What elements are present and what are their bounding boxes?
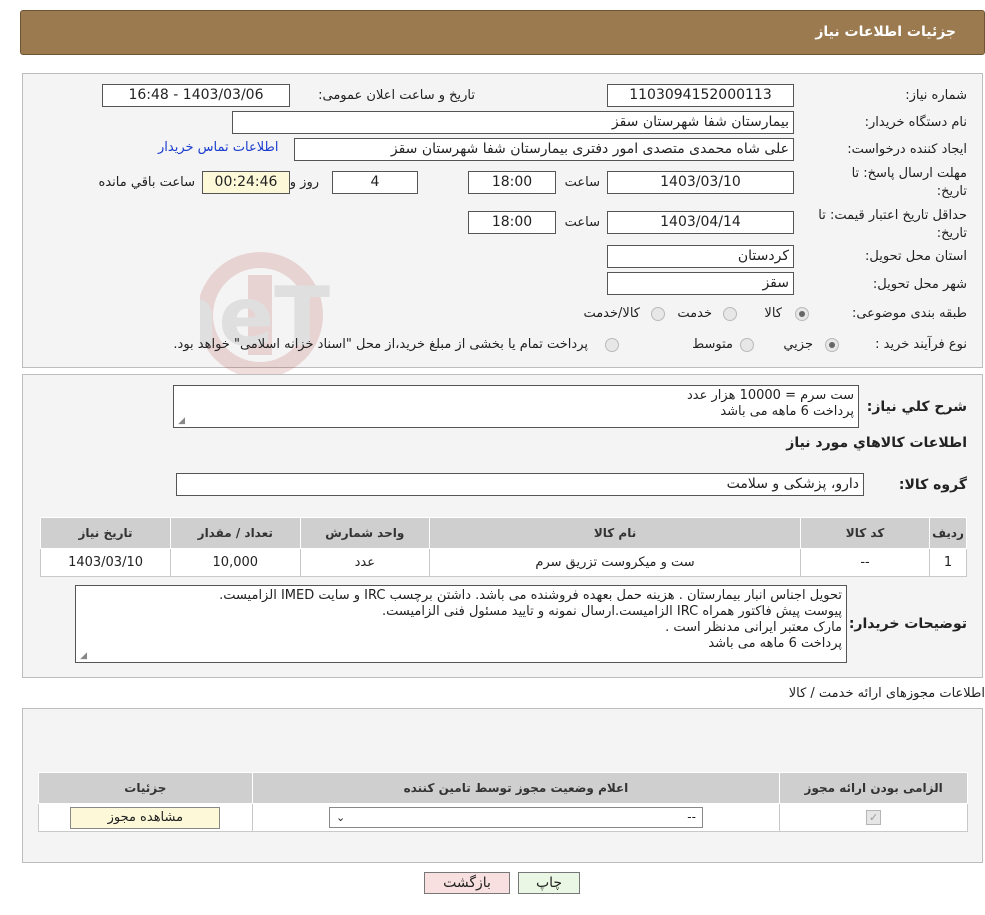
- cell-quantity: 10,000: [170, 548, 301, 577]
- print-button[interactable]: چاپ: [518, 872, 580, 894]
- category-radio-goods-service[interactable]: [651, 307, 665, 321]
- required-checkbox-icon: ✓: [866, 810, 882, 825]
- category-option-goods: کالا: [764, 306, 782, 321]
- category-option-goods-service: کالا/خدمت: [583, 306, 640, 321]
- permits-title: اطلاعات مجوزهای ارائه خدمت / کالا: [788, 686, 985, 701]
- goods-group-field: دارو، پزشکی و سلامت: [176, 473, 864, 496]
- category-label: طبقه بندی موضوعی:: [851, 306, 967, 321]
- goods-table-header: ردیف کد کالا نام کالا واحد شمارش تعداد /…: [39, 517, 967, 549]
- days-field: 4: [332, 171, 418, 194]
- page-title: جزئیات اطلاعات نیاز: [815, 24, 956, 40]
- announce-field: 1403/03/06 - 16:48: [102, 84, 290, 107]
- table-row: ✓ -- ⌄ مشاهده مجوز: [38, 803, 968, 832]
- category-radio-service[interactable]: [723, 307, 737, 321]
- cell-code: --: [800, 548, 931, 577]
- process-label: نوع فرآیند خرید :: [875, 337, 967, 352]
- goods-table: ردیف کد کالا نام کالا واحد شمارش تعداد /…: [39, 517, 967, 577]
- remaining-time-field: 00:24:46: [202, 171, 290, 194]
- col-row: ردیف: [929, 517, 967, 549]
- goods-group-label: گروه کالا:: [898, 477, 967, 493]
- city-field: سقز: [607, 272, 794, 295]
- table-row: 1 -- ست و میکروست تزریق سرم عدد 10,000 1…: [39, 548, 967, 577]
- process-checkbox-treasury[interactable]: [605, 338, 619, 352]
- buyer-field: بیمارستان شفا شهرستان سقز: [232, 111, 794, 134]
- process-radio-medium[interactable]: [740, 338, 754, 352]
- deadline-time-label: ساعت: [564, 175, 600, 190]
- category-radio-goods[interactable]: [795, 307, 809, 321]
- col-name: نام کالا: [429, 517, 802, 549]
- need-no-field: 1103094152000113: [607, 84, 794, 107]
- buyer-notes-line-4: پرداخت 6 ماهه می باشد: [708, 636, 842, 651]
- permit-status-value: --: [687, 810, 696, 824]
- buyer-notes-textarea[interactable]: تحویل اجناس انبار بیمارستان . هزینه حمل …: [75, 585, 847, 663]
- creator-field: علی شاه محمدی متصدی امور دفتری بیمارستان…: [294, 138, 794, 161]
- buyer-label: نام دستگاه خریدار:: [864, 115, 967, 130]
- back-button[interactable]: بازگشت: [424, 872, 510, 894]
- col-permit-details: جزئیات: [38, 772, 253, 804]
- cell-unit: عدد: [299, 548, 431, 577]
- announce-label: تاریخ و ساعت اعلان عمومی:: [318, 88, 475, 103]
- province-label: استان محل تحویل:: [865, 249, 967, 264]
- need-no-label: شماره نیاز:: [905, 88, 967, 103]
- remaining-label: ساعت باقي مانده: [98, 175, 195, 190]
- cell-row: 1: [929, 548, 967, 577]
- goods-section-title: اطلاعات کالاهاي مورد نياز: [786, 435, 967, 451]
- permits-table: الزامی بودن ارائه مجوز اعلام وضعیت مجوز …: [38, 772, 968, 832]
- deadline-date-field: 1403/03/10: [607, 171, 794, 194]
- validity-date-field: 1403/04/14: [607, 211, 794, 234]
- process-option-medium: متوسط: [692, 337, 733, 352]
- buyer-notes-label: توضیحات خریدار:: [848, 616, 967, 632]
- general-desc-label: شرح کلي نياز:: [866, 399, 967, 415]
- process-note: پرداخت تمام یا بخشی از مبلغ خرید،از محل …: [173, 337, 588, 352]
- process-radio-minor[interactable]: [825, 338, 839, 352]
- buyer-contact-link[interactable]: اطلاعات تماس خریدار: [158, 140, 278, 155]
- permit-status-select[interactable]: -- ⌄: [328, 807, 703, 828]
- cell-need-date: 1403/03/10: [39, 548, 172, 577]
- permits-table-header: الزامی بودن ارائه مجوز اعلام وضعیت مجوز …: [38, 772, 968, 804]
- general-desc-textarea[interactable]: ست سرم = 10000 هزار عدد پرداخت 6 ماهه می…: [173, 385, 859, 428]
- buyer-notes-line-1: تحویل اجناس انبار بیمارستان . هزینه حمل …: [219, 588, 842, 603]
- col-quantity: تعداد / مقدار: [170, 517, 301, 549]
- resize-grip-icon[interactable]: ◢: [177, 417, 185, 426]
- buyer-notes-line-3: مارک معتبر ایرانی مدنظر است .: [665, 620, 842, 635]
- city-label: شهر محل تحویل:: [872, 277, 967, 292]
- col-need-date: تاریخ نیاز: [39, 517, 172, 549]
- days-label: روز و: [289, 175, 319, 190]
- view-permit-button[interactable]: مشاهده مجوز: [70, 806, 221, 829]
- resize-grip-icon[interactable]: ◢: [79, 652, 87, 661]
- cell-permit-details: مشاهده مجوز: [38, 803, 253, 832]
- col-permit-required: الزامی بودن ارائه مجوز: [779, 772, 968, 804]
- col-code: کد کالا: [800, 517, 931, 549]
- col-permit-status: اعلام وضعیت مجوز توسط تامین کننده: [251, 772, 781, 804]
- col-unit: واحد شمارش: [299, 517, 431, 549]
- cell-name: ست و میکروست تزریق سرم: [429, 548, 802, 577]
- validity-label-2: تاریخ:: [936, 226, 967, 241]
- validity-time-field: 18:00: [468, 211, 556, 234]
- cell-permit-required: ✓: [779, 803, 968, 832]
- deadline-time-field: 18:00: [468, 171, 556, 194]
- general-desc-line-2: پرداخت 6 ماهه می باشد: [720, 404, 854, 419]
- validity-time-label: ساعت: [564, 215, 600, 230]
- category-option-service: خدمت: [677, 306, 712, 321]
- validity-label: حداقل تاریخ اعتبار قیمت: تا: [818, 208, 967, 223]
- deadline-label-2: تاریخ:: [936, 184, 967, 199]
- province-field: کردستان: [607, 245, 794, 268]
- general-desc-line-1: ست سرم = 10000 هزار عدد: [687, 388, 854, 403]
- process-option-minor: جزیي: [783, 337, 813, 352]
- cell-permit-status: -- ⌄: [251, 803, 781, 832]
- buyer-notes-line-2: پیوست پیش فاکتور همراه IRC الزامیست.ارسا…: [382, 604, 842, 619]
- chevron-down-icon: ⌄: [335, 811, 346, 824]
- page-header: جزئیات اطلاعات نیاز: [20, 10, 985, 55]
- deadline-label: مهلت ارسال پاسخ: تا: [851, 166, 967, 181]
- creator-label: ایجاد کننده درخواست:: [847, 142, 967, 157]
